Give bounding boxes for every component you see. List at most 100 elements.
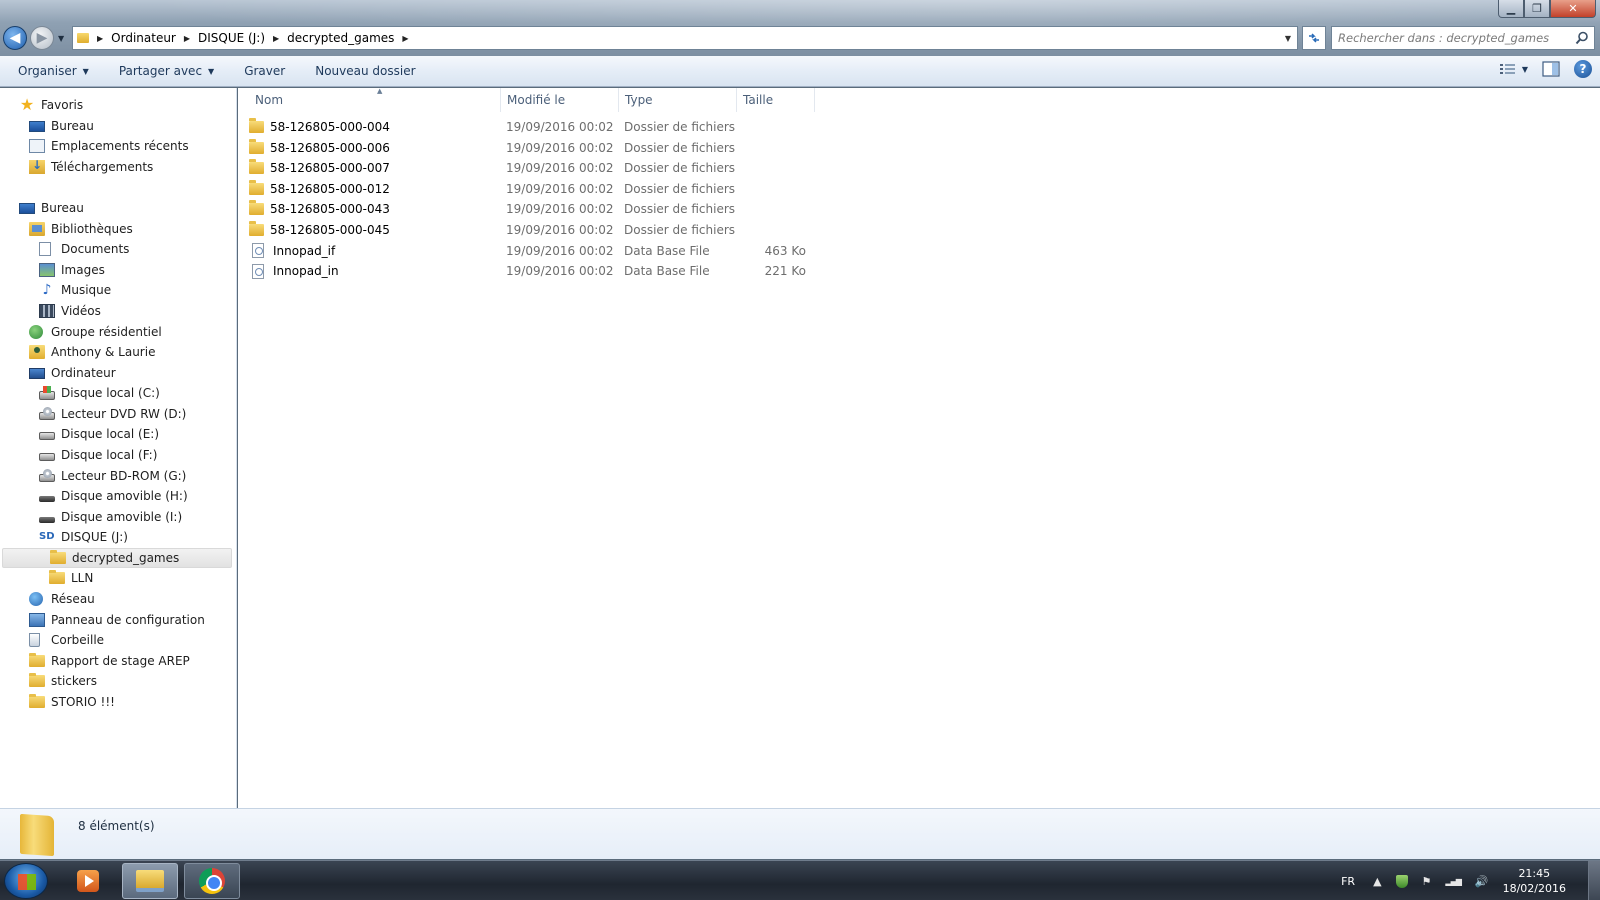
sidebar-item-rapport-de-stage-arep[interactable]: Rapport de stage AREP	[29, 651, 190, 671]
sidebar-item-groupe-r-sidentiel[interactable]: Groupe résidentiel	[29, 322, 162, 342]
address-history-dropdown[interactable]: ▼	[1285, 34, 1291, 43]
sidebar-item-ordinateur[interactable]: Ordinateur	[29, 363, 116, 383]
sidebar-item-bureau[interactable]: Bureau	[29, 116, 94, 136]
breadcrumb-separator[interactable]: ▶	[97, 34, 103, 43]
share-menu[interactable]: Partager avec ▼	[101, 56, 226, 86]
taskbar-chrome[interactable]	[184, 863, 240, 899]
sidebar-item-stickers[interactable]: stickers	[29, 671, 97, 691]
search-input[interactable]	[1338, 31, 1568, 45]
sidebar-item-vid-os[interactable]: Vidéos	[39, 301, 101, 321]
taskbar-media-player[interactable]	[60, 863, 116, 899]
sidebar-item-anthony-laurie[interactable]: Anthony & Laurie	[29, 342, 155, 362]
folder-icon	[29, 673, 45, 687]
control-panel-icon	[29, 613, 45, 627]
windows-drive-icon	[39, 385, 55, 400]
star-icon: ★	[19, 95, 35, 114]
language-indicator[interactable]: FR	[1341, 875, 1355, 888]
sidebar-item-lln[interactable]: LLN	[49, 568, 93, 588]
clock[interactable]: 21:45 18/02/2016	[1503, 866, 1566, 896]
sidebar-item-panneau-de-configuration[interactable]: Panneau de configuration	[29, 610, 205, 630]
organize-menu[interactable]: Organiser ▼	[0, 56, 101, 86]
sidebar-item-disque-amovible-h[interactable]: Disque amovible (H:)	[39, 486, 188, 506]
sidebar-item-bureau[interactable]: Bureau	[19, 198, 84, 218]
navigation-pane: ★ Favoris Bureau Emplacements récents Téléch…	[0, 88, 237, 808]
refresh-button[interactable]	[1302, 26, 1326, 50]
computer-icon	[29, 367, 45, 379]
breadcrumb-separator[interactable]: ▶	[273, 34, 279, 43]
sidebar-item-label: Disque amovible (I:)	[61, 510, 183, 524]
forward-button[interactable]: ▶	[30, 26, 54, 50]
search-icon[interactable]	[1575, 31, 1589, 45]
sidebar-item-lecteur-dvd-rw-d[interactable]: Lecteur DVD RW (D:)	[39, 404, 186, 424]
maximize-button[interactable]: ❐	[1524, 0, 1550, 18]
new-folder-label: Nouveau dossier	[315, 64, 416, 78]
burn-label: Graver	[244, 64, 286, 78]
column-header-type[interactable]: Type	[619, 88, 737, 112]
network-signal-icon[interactable]: ▂▄▆	[1445, 877, 1462, 886]
start-button[interactable]	[4, 863, 48, 899]
sidebar-item-label: stickers	[51, 674, 97, 688]
sidebar-item-label: Réseau	[51, 592, 95, 606]
sidebar-item-label: Disque local (C:)	[61, 386, 160, 400]
sidebar-item-label: Ordinateur	[51, 366, 116, 380]
media-player-icon	[77, 870, 99, 892]
taskbar-explorer[interactable]	[122, 863, 178, 899]
sidebar-item-documents[interactable]: Documents	[39, 239, 129, 259]
security-shield-icon[interactable]	[1395, 874, 1408, 888]
folder-icon	[77, 33, 89, 43]
details-view-icon	[1499, 64, 1515, 74]
music-icon: ♪	[42, 282, 52, 298]
chevron-down-icon[interactable]: ▼	[1522, 65, 1528, 74]
breadcrumb-decrypted-games[interactable]: decrypted_games	[287, 31, 394, 45]
preview-pane-icon[interactable]	[1542, 61, 1560, 77]
change-view-button[interactable]: ▼	[1499, 63, 1528, 75]
desktop-icon	[29, 120, 45, 132]
column-header-modified[interactable]: Modifié le	[501, 88, 619, 112]
breadcrumb-ordinateur[interactable]: Ordinateur	[111, 31, 176, 45]
breadcrumb-disque-j[interactable]: DISQUE (J:)	[198, 31, 265, 45]
file-type: Dossier de fichiers	[624, 140, 736, 155]
sidebar-item-label: Emplacements récents	[51, 139, 189, 153]
file-type: Data Base File	[624, 243, 710, 258]
action-center-flag-icon[interactable]: ⚑	[1422, 875, 1432, 888]
burn-button[interactable]: Graver	[226, 56, 297, 86]
recent-places-icon	[29, 139, 45, 153]
file-size: 221 Ko	[764, 264, 806, 279]
close-button[interactable]: ✕	[1550, 0, 1596, 18]
breadcrumb-separator[interactable]: ▶	[402, 34, 408, 43]
sidebar-item-t-l-chargements[interactable]: Téléchargements	[29, 157, 153, 177]
sidebar-item-disque-j[interactable]: SD DISQUE (J:)	[39, 527, 128, 547]
column-header-name[interactable]: Nom ▲	[238, 87, 501, 112]
recent-pages-dropdown[interactable]: ▼	[58, 34, 64, 43]
sidebar-item-lecteur-bd-rom-g[interactable]: Lecteur BD-ROM (G:)	[39, 466, 186, 486]
sidebar-item-disque-amovible-i[interactable]: Disque amovible (I:)	[39, 507, 182, 527]
address-bar[interactable]: ▶ Ordinateur ▶ DISQUE (J:) ▶ decrypted_g…	[72, 26, 1298, 50]
back-button[interactable]: ◀	[3, 26, 27, 50]
sidebar-item-biblioth-ques[interactable]: Bibliothèques	[29, 219, 133, 239]
sidebar-item-label: Rapport de stage AREP	[51, 654, 190, 668]
help-icon[interactable]: ?	[1574, 60, 1592, 78]
breadcrumb-separator[interactable]: ▶	[184, 34, 190, 43]
sidebar-item-disque-local-e[interactable]: Disque local (E:)	[39, 424, 159, 444]
show-desktop-button[interactable]	[1588, 861, 1600, 900]
show-hidden-icons-icon[interactable]: ▲	[1373, 875, 1381, 888]
sidebar-item-disque-local-f[interactable]: Disque local (F:)	[39, 445, 157, 465]
sidebar-item-corbeille[interactable]: Corbeille	[29, 630, 104, 650]
search-box[interactable]	[1331, 26, 1595, 50]
sidebar-item-r-seau[interactable]: Réseau	[29, 589, 95, 609]
file-name-cell: 58-126805-000-043	[249, 200, 499, 216]
sidebar-item-musique[interactable]: ♪ Musique	[39, 280, 112, 300]
new-folder-button[interactable]: Nouveau dossier	[297, 56, 427, 86]
sidebar-item-emplacements-r-cents[interactable]: Emplacements récents	[29, 136, 189, 156]
volume-icon[interactable]: 🔊	[1475, 875, 1489, 888]
sidebar-item-images[interactable]: Images	[39, 260, 105, 280]
file-modified: 19/09/2016 00:02	[506, 161, 614, 176]
sidebar-item-decrypted-games[interactable]: decrypted_games	[2, 548, 232, 568]
sidebar-item-disque-local-c[interactable]: Disque local (C:)	[39, 383, 160, 403]
sidebar-item-storio[interactable]: STORIO !!!	[29, 692, 115, 712]
system-tray: FR ▲ ⚑ ▂▄▆ 🔊 21:45 18/02/2016	[1341, 861, 1600, 900]
column-header-size[interactable]: Taille	[737, 88, 815, 112]
sidebar-item-favoris[interactable]: ★ Favoris	[19, 95, 83, 115]
minimize-button[interactable]: ▁	[1498, 0, 1524, 18]
database-file-icon	[252, 243, 264, 259]
